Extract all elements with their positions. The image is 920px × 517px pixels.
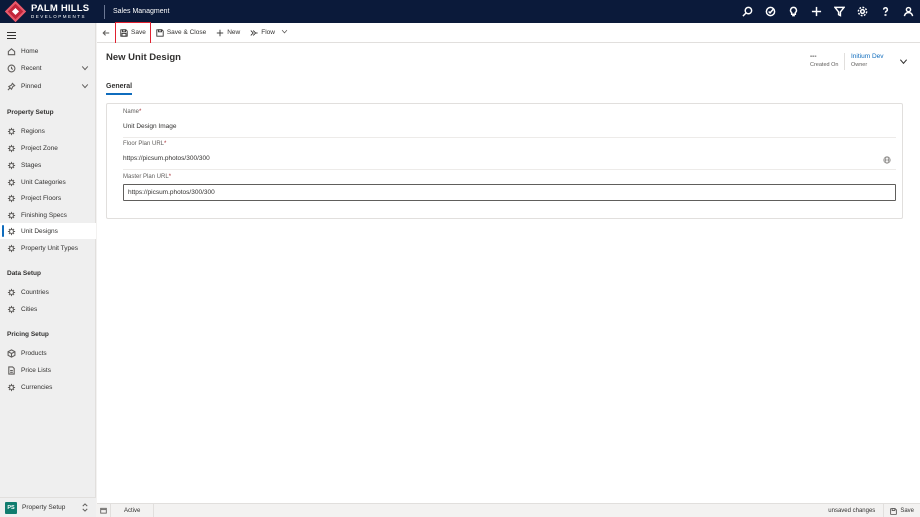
filter-icon[interactable]	[828, 0, 851, 23]
help-icon[interactable]	[874, 0, 897, 23]
tab-general[interactable]: General	[106, 83, 133, 95]
search-icon[interactable]	[736, 0, 759, 23]
currency-icon	[7, 383, 16, 392]
command-bar: Save Save & Close New Flow	[97, 21, 920, 44]
puzzle-icon	[7, 244, 16, 253]
puzzle-icon	[7, 227, 16, 236]
master-plan-url-input[interactable]: https://picsum.photos/300/300	[123, 184, 896, 201]
name-input[interactable]: Unit Design Image	[123, 123, 896, 130]
sidebar-item-project-zone[interactable]: Project Zone	[0, 140, 96, 156]
user-icon[interactable]	[897, 0, 920, 23]
puzzle-icon	[7, 194, 16, 203]
puzzle-icon	[7, 178, 16, 187]
sidebar-item-currencies[interactable]: Currencies	[0, 379, 96, 395]
sidebar-item-unit-categories[interactable]: Unit Categories	[0, 174, 96, 190]
statusbar-save-button[interactable]: Save	[900, 508, 914, 514]
flow-icon	[250, 29, 258, 36]
sidebar-item-unit-designs[interactable]: Unit Designs	[0, 223, 96, 239]
sidebar-section-property-setup: Property Setup	[7, 109, 54, 116]
brand-name: PALM HILLS	[31, 3, 90, 14]
clock-icon	[7, 64, 16, 73]
chevron-up-down-icon	[81, 503, 89, 514]
sidebar-item-countries[interactable]: Countries	[0, 284, 96, 300]
sidebar-item-recent[interactable]: Recent	[0, 60, 96, 76]
brand-logo[interactable]: PALM HILLS DEVELOPMENTS	[0, 0, 104, 23]
save-button[interactable]: Save	[115, 21, 151, 44]
sidebar-item-regions[interactable]: Regions	[0, 123, 96, 139]
sidebar-item-stages[interactable]: Stages	[0, 157, 96, 173]
master-plan-url-field: Master Plan URL* https://picsum.photos/3…	[123, 174, 896, 201]
form-container: New Unit Design --- Created On Initium D…	[97, 43, 920, 503]
chevron-down-icon[interactable]	[81, 64, 89, 74]
flow-button[interactable]: Flow	[245, 23, 296, 43]
new-button[interactable]: New	[211, 23, 245, 43]
chevron-down-icon[interactable]	[275, 28, 291, 37]
sidebar-item-finishing-specs[interactable]: Finishing Specs	[0, 207, 96, 223]
status-bar: Active unsaved changes Save	[97, 503, 920, 517]
area-label: Property Setup	[22, 504, 66, 511]
box-icon	[7, 348, 16, 358]
floor-plan-url-input[interactable]: https://picsum.photos/300/300	[123, 155, 896, 162]
general-section: Name* Unit Design Image Floor Plan URL* …	[106, 103, 903, 219]
top-navigation-bar: PALM HILLS DEVELOPMENTS Sales Managment	[0, 0, 920, 23]
sidebar: Home Recent Pinned Property Setup Region…	[0, 23, 96, 517]
brand-subtitle: DEVELOPMENTS	[31, 13, 87, 19]
sidebar-item-products[interactable]: Products	[0, 345, 96, 361]
topbar-divider	[104, 4, 105, 19]
save-icon	[120, 28, 128, 37]
sidebar-item-cities[interactable]: Cities	[0, 301, 96, 317]
page-title: New Unit Design	[106, 52, 181, 63]
topbar-actions	[736, 0, 920, 23]
save-icon	[890, 507, 897, 515]
plus-icon[interactable]	[805, 0, 828, 23]
header-created-on: --- Created On	[810, 53, 839, 68]
sidebar-section-pricing-setup: Pricing Setup	[7, 331, 49, 338]
name-field: Name* Unit Design Image	[123, 109, 896, 138]
puzzle-icon	[7, 127, 16, 136]
sidebar-item-property-unit-types[interactable]: Property Unit Types	[0, 240, 96, 256]
sidebar-section-data-setup: Data Setup	[7, 270, 41, 277]
task-check-icon[interactable]	[759, 0, 782, 23]
back-arrow-icon[interactable]	[97, 23, 115, 43]
puzzle-icon	[7, 211, 16, 220]
puzzle-icon	[7, 288, 16, 297]
chevron-down-icon[interactable]	[81, 82, 89, 92]
sidebar-item-price-lists[interactable]: Price Lists	[0, 362, 96, 378]
area-badge: PS	[5, 501, 17, 514]
app-title[interactable]: Sales Managment	[113, 8, 169, 15]
home-icon	[7, 47, 16, 56]
save-close-icon	[156, 28, 164, 37]
document-icon	[7, 365, 16, 375]
area-switcher[interactable]: PS Property Setup	[0, 497, 96, 517]
header-owner: Initium Dev Owner	[851, 53, 884, 68]
gear-icon[interactable]	[851, 0, 874, 23]
sidebar-item-project-floors[interactable]: Project Floors	[0, 190, 96, 206]
globe-icon[interactable]	[883, 156, 891, 166]
pin-icon	[7, 81, 16, 91]
brand-logo-mark	[4, 0, 27, 23]
expand-header-chevron-icon[interactable]	[899, 57, 908, 68]
puzzle-icon	[7, 161, 16, 170]
puzzle-icon	[7, 144, 16, 153]
sidebar-item-home[interactable]: Home	[0, 43, 96, 59]
record-status: Active	[111, 503, 155, 517]
header-divider	[844, 53, 845, 70]
floor-plan-url-field: Floor Plan URL* https://picsum.photos/30…	[123, 141, 896, 170]
save-close-button[interactable]: Save & Close	[151, 23, 211, 43]
open-in-window-icon[interactable]	[97, 503, 111, 517]
puzzle-icon	[7, 305, 16, 314]
owner-link[interactable]: Initium Dev	[851, 53, 884, 60]
lightbulb-icon[interactable]	[782, 0, 805, 23]
hamburger-menu-icon[interactable]	[7, 32, 16, 39]
plus-icon	[217, 29, 224, 36]
unsaved-changes-label: unsaved changes	[828, 504, 885, 517]
sidebar-item-pinned[interactable]: Pinned	[0, 78, 96, 94]
